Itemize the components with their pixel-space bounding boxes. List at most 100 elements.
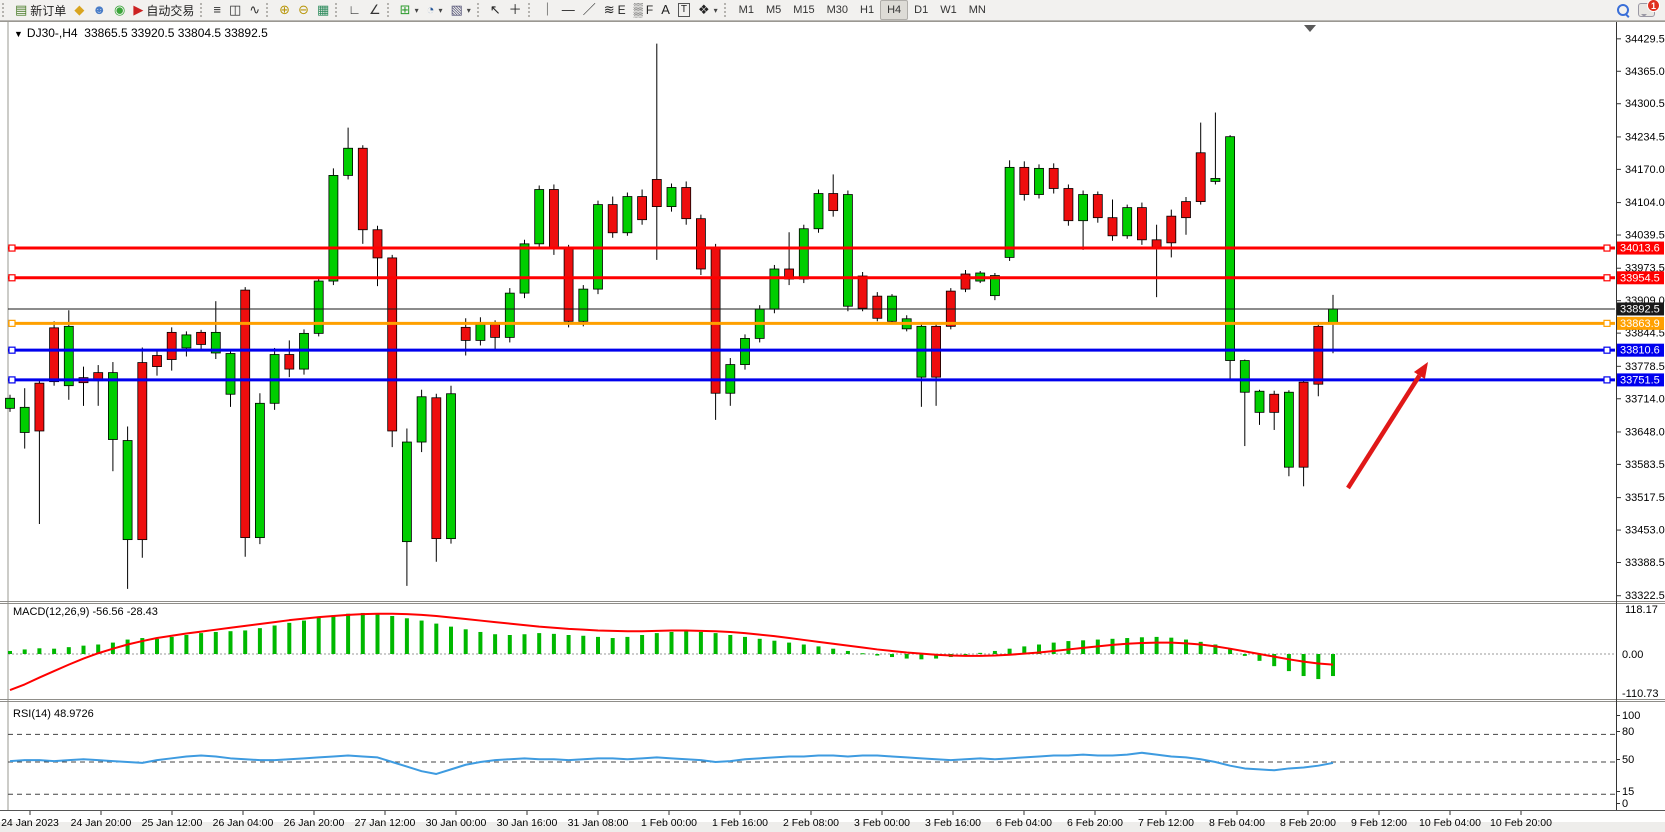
chart-area[interactable]: 34429.534365.034300.534234.534170.034104… — [0, 0, 1665, 832]
bar-chart-mode-button[interactable]: ≡ — [209, 1, 225, 19]
timeframe-button-m15[interactable]: M15 — [787, 1, 820, 19]
toolbar-drag-handle — [335, 3, 342, 17]
macd-histogram-bar — [861, 653, 865, 654]
candle-body — [50, 328, 59, 382]
candle-body — [520, 244, 529, 293]
market-watch-icon: ☻ — [92, 3, 106, 17]
price-tick-label: 33388.5 — [1625, 557, 1665, 569]
time-tick-label: 1 Feb 16:00 — [712, 817, 768, 829]
macd-histogram-bar — [258, 628, 262, 654]
macd-histogram-bar — [875, 654, 879, 656]
level-edge-marker — [1604, 347, 1610, 353]
trendline-tool-button[interactable]: ／ — [579, 1, 600, 19]
text-label-tool-button[interactable]: T — [674, 1, 694, 19]
macd-histogram-bar — [8, 651, 12, 654]
macd-histogram-bar — [625, 637, 629, 654]
objects-window-button[interactable]: ∠ — [365, 1, 385, 19]
macd-histogram-bar — [449, 627, 453, 654]
toolbar-drag-handle — [724, 3, 731, 17]
search-icon[interactable] — [1617, 4, 1630, 17]
crosshair-tool-button[interactable]: ＋ — [505, 1, 526, 19]
zoom-in-button[interactable]: ⊕ — [275, 1, 294, 19]
timeframe-button-h1[interactable]: H1 — [854, 1, 880, 19]
time-tick-label: 6 Feb 20:00 — [1067, 817, 1123, 829]
candle-body — [1108, 218, 1117, 236]
price-tick-label: 33322.5 — [1625, 590, 1665, 602]
price-tick-label: 34365.0 — [1625, 66, 1665, 78]
cursor-tool-icon: ↖ — [490, 3, 501, 17]
candle-body — [447, 394, 456, 539]
candlestick-mode-button[interactable]: ◫ — [225, 1, 245, 19]
time-tick-label: 10 Feb 04:00 — [1419, 817, 1481, 829]
toolbar-drag-handle — [528, 3, 535, 17]
candle-body — [873, 296, 882, 318]
horizontal-line-tool-button[interactable]: — — [558, 1, 579, 19]
price-level-badge-label: 33892.5 — [1620, 303, 1660, 315]
clock-button[interactable]: ◔▾ — [423, 1, 447, 19]
notifications-icon[interactable]: 1 — [1638, 3, 1655, 17]
timeframe-button-m1[interactable]: M1 — [733, 1, 760, 19]
macd-axis-max: 118.17 — [1625, 604, 1658, 616]
candle-body — [505, 293, 514, 337]
zoom-out-button[interactable]: ⊖ — [294, 1, 313, 19]
macd-axis-zero: 0.00 — [1622, 649, 1643, 661]
vertical-line-tool-button[interactable]: ｜ — [537, 1, 558, 19]
cursor-tool-button[interactable]: ↖ — [486, 1, 505, 19]
price-tick-label: 34234.5 — [1625, 131, 1665, 143]
time-tick-label: 30 Jan 00:00 — [426, 817, 487, 829]
level-edge-marker — [1604, 320, 1610, 326]
time-tick-label: 9 Feb 12:00 — [1351, 817, 1407, 829]
price-level-badge-label: 34013.6 — [1620, 243, 1660, 255]
market-watch-button[interactable]: ☻ — [88, 1, 110, 19]
timeframe-button-d1[interactable]: D1 — [908, 1, 934, 19]
line-chart-mode-button[interactable]: ∿ — [245, 1, 264, 19]
candle-body — [1005, 167, 1014, 257]
time-tick-label: 25 Jan 12:00 — [142, 817, 203, 829]
candle-body — [373, 230, 382, 258]
arrows-tool-button[interactable]: ❖▾ — [694, 1, 722, 19]
signals-icon: ◉ — [114, 3, 125, 17]
tile-windows-button[interactable]: ▦ — [313, 1, 333, 19]
macd-histogram-bar — [23, 649, 27, 654]
fibonacci-tool-button[interactable]: ▒F — [630, 1, 658, 19]
price-tick-label: 33517.5 — [1625, 492, 1665, 504]
text-tool-button[interactable]: A — [657, 1, 674, 19]
time-tick-label: 6 Feb 04:00 — [996, 817, 1052, 829]
rsi-axis-label: 0 — [1622, 798, 1628, 810]
timeframe-button-w1[interactable]: W1 — [934, 1, 963, 19]
candle-body — [682, 187, 691, 218]
timeframe-button-mn[interactable]: MN — [963, 1, 992, 19]
macd-histogram-bar — [1140, 637, 1144, 654]
time-tick-label: 24 Jan 2023 — [1, 817, 59, 829]
main-toolbar: ▤新订单◆ ☻ ◉ ▶自动交易 ≡◫∿ ⊕⊖▦ ∟∠ ⊞▾◔▾▧▾ ↖ ＋ ｜ — ／≋E▒FAT❖▾ M… — [0, 0, 1665, 21]
macd-histogram-bar — [772, 641, 776, 654]
timeframe-button-m5[interactable]: M5 — [760, 1, 787, 19]
new-order-button[interactable]: ▤新订单 — [11, 1, 70, 19]
candle-body — [961, 274, 970, 289]
candle-body — [814, 194, 823, 229]
timeframe-button-h4[interactable]: H4 — [880, 0, 908, 20]
candle-body — [1123, 208, 1132, 236]
horizontal-line-tool-icon: — — [562, 3, 575, 17]
auto-trading-icon: ▶ — [133, 3, 143, 17]
candle-body — [1137, 208, 1146, 240]
candle-body — [579, 289, 588, 321]
signals-button[interactable]: ◉ — [110, 1, 129, 19]
new-chart-button[interactable]: ⊞▾ — [396, 1, 423, 19]
indicators-window-button[interactable]: ∟ — [344, 1, 365, 19]
dropdown-caret-icon: ▾ — [438, 6, 442, 15]
equidistant-channel-tool-button[interactable]: ≋E — [600, 1, 630, 19]
timeframe-button-m30[interactable]: M30 — [821, 1, 854, 19]
macd-histogram-bar — [390, 616, 394, 654]
rsi-indicator-label: RSI(14) 48.9726 — [13, 708, 94, 720]
auto-trading-button[interactable]: ▶自动交易 — [129, 1, 198, 19]
price-level-badge-label: 33954.5 — [1620, 272, 1660, 284]
macd-histogram-bar — [317, 618, 321, 654]
macd-histogram-bar — [552, 634, 556, 654]
time-tick-label: 8 Feb 20:00 — [1280, 817, 1336, 829]
macd-histogram-bar — [1302, 654, 1306, 676]
chart-collapse-icon[interactable]: ▼ — [14, 29, 23, 39]
chart-template-button[interactable]: ▧▾ — [446, 1, 474, 19]
macd-histogram-bar — [743, 637, 747, 654]
chart-profiles-button[interactable]: ◆ — [70, 1, 88, 19]
